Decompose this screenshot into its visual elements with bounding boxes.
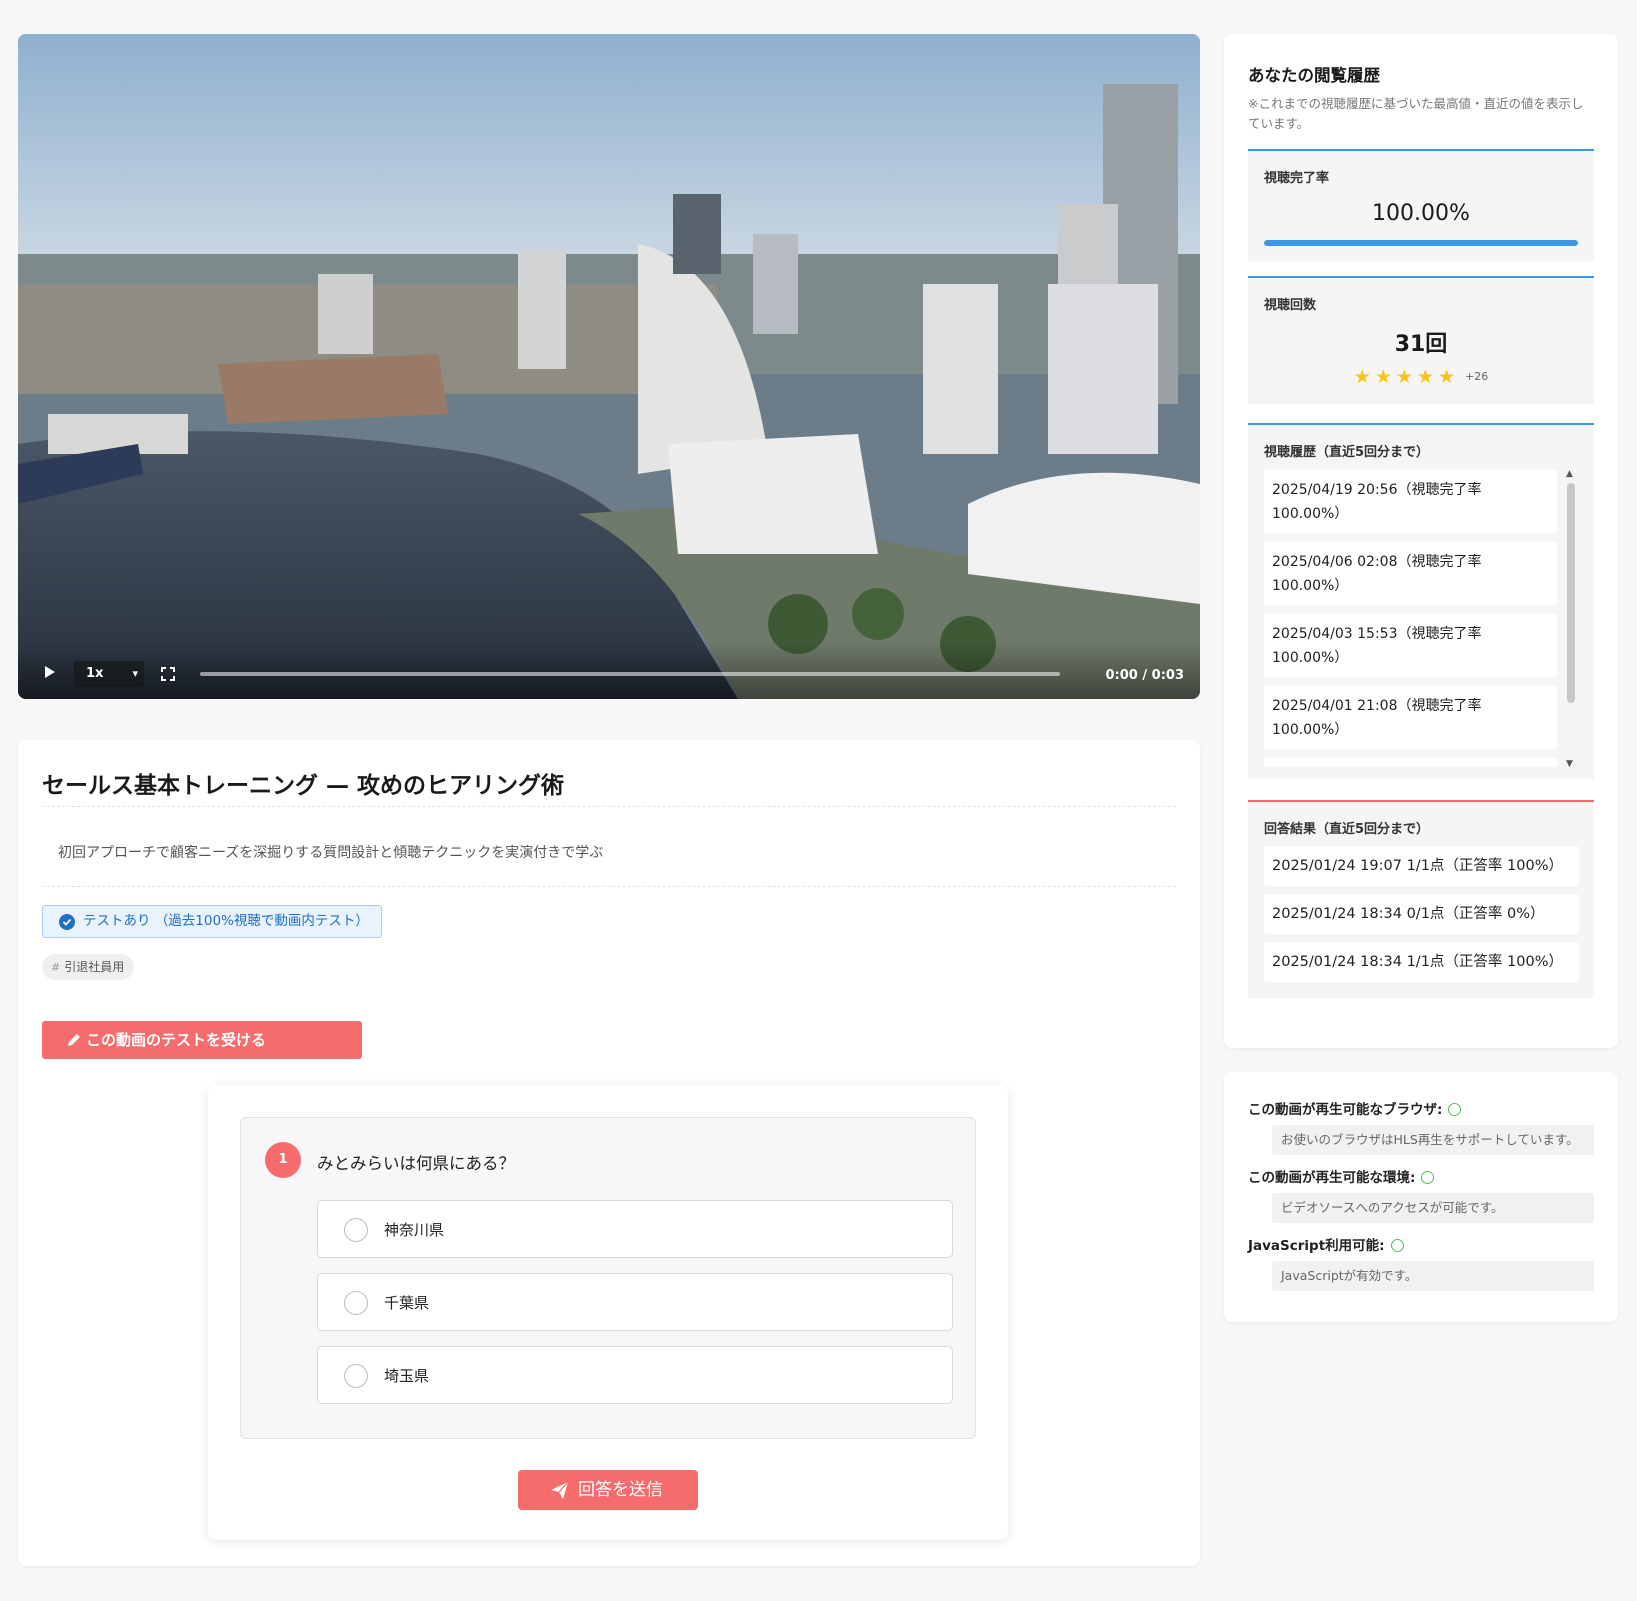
paper-plane-icon [551,1481,569,1499]
javascript-label: JavaScript利用可能: [1248,1234,1404,1254]
radio-button[interactable] [344,1291,368,1315]
video-controls: 1x ▾ 0:00 / 0:03 [18,641,1200,699]
answer-option[interactable]: 神奈川県 [317,1200,953,1258]
recent-views-list[interactable]: 2025/04/19 20:56（視聴完了率 100.00%） 2025/04/… [1264,469,1557,767]
scrollbar-thumb[interactable] [1567,483,1575,703]
video-title: セールス基本トレーニング — 攻めのヒアリング術 [42,773,565,799]
fullscreen-button[interactable] [160,666,176,682]
question-box: 1 みとみらいは何県にある？ 神奈川県 千葉県 埼玉県 [240,1117,976,1439]
list-item [1264,757,1557,767]
tag-label: 引退社員用 [64,960,125,974]
tag-chip[interactable]: # 引退社員用 [42,954,135,980]
star-icon: ★ [1353,366,1375,388]
list-item: 2025/04/06 02:08（視聴完了率 100.00%） [1264,541,1557,605]
test-badge-label: テストあり （過去100%視聴で動画内テスト） [83,913,369,929]
browser-support-label: この動画が再生可能なブラウザ: [1248,1098,1462,1118]
divider [42,886,1176,887]
video-progress-bar[interactable] [200,672,1060,676]
circle-status-icon [1448,1103,1462,1116]
completion-bar [1264,240,1578,246]
completion-bar-fill [1264,240,1578,246]
view-count-value: 31回 [1394,332,1448,357]
video-frame-image [18,34,1200,699]
divider [42,806,1176,807]
javascript-message: JavaScriptが有効です。 [1272,1261,1594,1291]
list-item: 2025/01/24 18:34 1/1点（正答率 100%） [1264,942,1579,982]
environment-text: この動画が再生可能な環境: [1248,1170,1416,1186]
view-stars: ★★★★★ +26 [1248,366,1594,388]
play-icon [45,666,55,678]
completion-label: 視聴完了率 [1264,171,1330,186]
scroll-up-icon[interactable]: ▲ [1566,469,1573,479]
star-icon: ★ [1374,366,1396,388]
test-available-badge: テストあり （過去100%視聴で動画内テスト） [42,905,382,938]
submit-label: 回答を送信 [578,1480,663,1500]
pencil-icon [68,1034,80,1046]
history-title: あなたの閲覧履歴 [1248,66,1380,85]
video-info-card: セールス基本トレーニング — 攻めのヒアリング術 初回アプローチで顧客ニーズを深… [18,740,1200,1566]
submit-answer-button[interactable]: 回答を送信 [518,1470,698,1510]
list-item: 2025/04/19 20:56（視聴完了率 100.00%） [1264,469,1557,533]
scrollbar[interactable]: ▲ ▼ [1565,469,1577,769]
question-text: みとみらいは何県にある？ [317,1154,515,1173]
scroll-down-icon[interactable]: ▼ [1566,759,1573,769]
answer-option[interactable]: 埼玉県 [317,1346,953,1404]
recent-views-label: 視聴履歴（直近5回分まで） [1264,445,1430,460]
answer-results-label: 回答結果（直近5回分まで） [1264,822,1430,837]
list-item: 2025/04/01 21:08（視聴完了率 100.00%） [1264,685,1557,749]
fullscreen-icon [161,667,175,681]
star-icon: ★ [1395,366,1417,388]
view-history-panel: あなたの閲覧履歴 ※これまでの視聴履歴に基づいた最高値・直近の値を表示しています… [1224,34,1618,1048]
history-note: ※これまでの視聴履歴に基づいた最高値・直近の値を表示しています。 [1248,96,1584,131]
radio-button[interactable] [344,1218,368,1242]
completion-value: 100.00% [1372,201,1470,226]
playback-environment-panel: この動画が再生可能なブラウザ: お使いのブラウザはHLS再生をサポートしています… [1224,1072,1618,1322]
view-count-label: 視聴回数 [1264,298,1317,313]
circle-status-icon [1390,1239,1404,1252]
radio-button[interactable] [344,1364,368,1388]
video-description: 初回アプローチで顧客ニーズを深掘りする質問設計と傾聴テクニックを実演付きで学ぶ [58,845,604,861]
list-item: 2025/04/03 15:53（視聴完了率 100.00%） [1264,613,1557,677]
environment-label: この動画が再生可能な環境: [1248,1166,1435,1186]
javascript-text: JavaScript利用可能: [1248,1238,1385,1254]
completion-rate-box: 視聴完了率 100.00% [1248,149,1594,261]
recent-views-box: 視聴履歴（直近5回分まで） 2025/04/19 20:56（視聴完了率 100… [1248,423,1594,779]
extra-count: +26 [1465,370,1489,383]
circle-status-icon [1421,1171,1435,1184]
check-circle-icon [59,914,75,930]
option-label: 神奈川県 [384,1221,445,1239]
play-button[interactable] [38,661,60,683]
option-label: 埼玉県 [384,1367,430,1385]
playback-speed-select[interactable]: 1x ▾ [74,661,144,687]
star-icon: ★ [1437,366,1459,388]
browser-support-text: この動画が再生可能なブラウザ: [1248,1102,1443,1118]
take-test-button[interactable]: この動画のテストを受ける [42,1021,362,1059]
list-item: 2025/01/24 19:07 1/1点（正答率 100%） [1264,846,1579,886]
option-label: 千葉県 [384,1294,430,1312]
browser-support-message: お使いのブラウザはHLS再生をサポートしています。 [1272,1125,1594,1155]
environment-message: ビデオソースへのアクセスが可能です。 [1272,1193,1594,1223]
question-number: 1 [265,1142,301,1178]
quiz-panel: 1 みとみらいは何県にある？ 神奈川県 千葉県 埼玉県 回答を送信 [208,1085,1008,1540]
chevron-down-icon: ▾ [132,667,138,680]
video-player[interactable]: 1x ▾ 0:00 / 0:03 [18,34,1200,699]
playback-speed-value: 1x [86,666,104,681]
video-time: 0:00 / 0:03 [1105,668,1184,683]
hash-icon: # [51,961,61,974]
answer-option[interactable]: 千葉県 [317,1273,953,1331]
take-test-label: この動画のテストを受ける [86,1031,267,1049]
star-icon: ★ [1416,366,1438,388]
answer-results-box: 回答結果（直近5回分まで） 2025/01/24 19:07 1/1点（正答率 … [1248,800,1594,998]
view-count-box: 視聴回数 31回 ★★★★★ +26 [1248,276,1594,404]
list-item: 2025/01/24 18:34 0/1点（正答率 0%） [1264,894,1579,934]
